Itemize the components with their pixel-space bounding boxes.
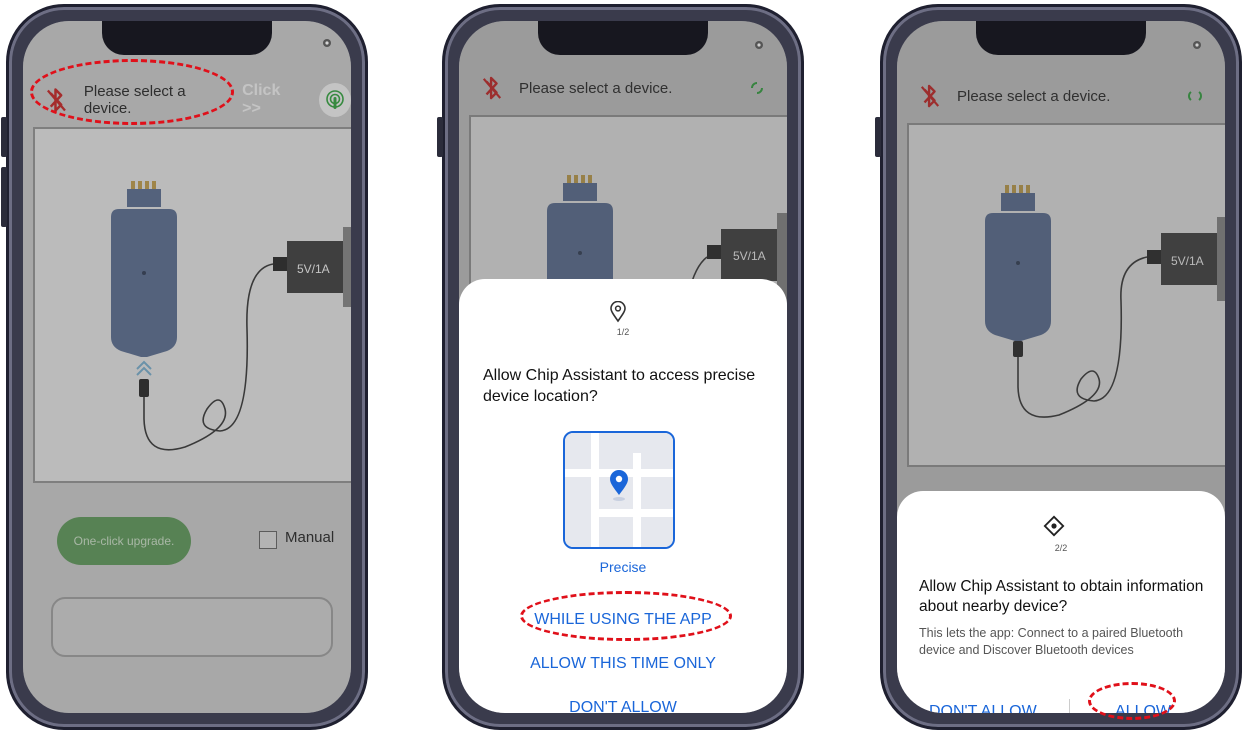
precise-location-option[interactable] (563, 431, 675, 549)
device-illustration: 5V/1A (985, 185, 1225, 418)
nearby-device-icon (1043, 515, 1065, 537)
volume-button (1, 167, 7, 227)
phone-frame-2: Please select a device. 5V/1A 1/2 Allow … (437, 4, 804, 730)
notch (538, 21, 708, 55)
while-using-app-button[interactable]: WHILE USING THE APP (459, 611, 787, 629)
phone-screen-1: Please select a device. Click >> 5V/1A O… (23, 21, 351, 713)
gear-icon[interactable] (1191, 39, 1203, 51)
location-pin-icon (610, 301, 626, 323)
bluetooth-off-icon[interactable] (481, 75, 503, 101)
loading-spinner-icon (1188, 91, 1202, 101)
device-status-text: Please select a device. (957, 87, 1111, 105)
phone-screen-3: Please select a device. 5V/1A 2/2 Allow … (897, 21, 1225, 713)
volume-button (875, 117, 881, 157)
scan-button[interactable] (318, 83, 351, 117)
nearby-devices-permission-dialog: 2/2 Allow Chip Assistant to obtain infor… (897, 491, 1225, 713)
dont-allow-button[interactable]: DON'T ALLOW (929, 703, 1037, 713)
step-indicator: 2/2 (1054, 543, 1068, 553)
charger-label: 5V/1A (1171, 254, 1204, 268)
dont-allow-button[interactable]: DON'T ALLOW (459, 699, 787, 713)
dialog-title: Allow Chip Assistant to obtain informati… (919, 578, 1204, 615)
phone-frame-3: Please select a device. 5V/1A 2/2 Allow … (875, 4, 1242, 730)
gear-icon[interactable] (321, 37, 333, 49)
map-thumbnail (565, 433, 673, 547)
notch (976, 21, 1146, 55)
dialog-title: Allow Chip Assistant to access precise d… (483, 367, 756, 405)
charger-label: 5V/1A (297, 262, 330, 276)
allow-button[interactable]: ALLOW (1115, 703, 1171, 713)
location-permission-dialog: 1/2 Allow Chip Assistant to access preci… (459, 279, 787, 713)
dialog-body: This lets the app: Connect to a paired B… (919, 626, 1184, 657)
manual-label: Manual (285, 529, 335, 546)
gear-icon[interactable] (753, 39, 765, 51)
status-header: Please select a device. (897, 67, 1225, 125)
phone-screen-2: Please select a device. 5V/1A 1/2 Allow … (459, 21, 787, 713)
device-status-text: Please select a device. (83, 83, 186, 117)
device-illustration-card: 5V/1A (907, 123, 1225, 467)
device-illustration: 5V/1A (111, 181, 351, 451)
usb-arrows-icon (136, 360, 152, 376)
one-click-upgrade-button[interactable]: One-click upgrade. (57, 517, 191, 565)
bluetooth-off-icon[interactable] (45, 86, 68, 114)
precise-label: Precise (599, 559, 647, 575)
step-indicator: 1/2 (616, 327, 630, 337)
button-divider (1069, 699, 1070, 713)
volume-button (437, 117, 443, 157)
bluetooth-off-icon[interactable] (919, 83, 941, 109)
charger-label: 5V/1A (733, 249, 766, 263)
device-status-text: Please select a device. (519, 79, 673, 97)
loading-spinner-icon (751, 82, 763, 94)
phone-frame-1: Please select a device. Click >> 5V/1A O… (1, 4, 368, 730)
volume-button (1, 117, 7, 157)
allow-this-time-button[interactable]: ALLOW THIS TIME ONLY (459, 655, 787, 673)
notch (102, 21, 272, 55)
click-hint: Click >> (242, 82, 281, 117)
touch-icon (325, 90, 344, 109)
log-textbox[interactable] (51, 597, 333, 657)
status-header: Please select a device. Click >> (23, 71, 351, 129)
device-illustration-card: 5V/1A (33, 127, 351, 483)
status-header: Please select a device. (459, 59, 787, 117)
manual-checkbox[interactable] (259, 531, 277, 549)
